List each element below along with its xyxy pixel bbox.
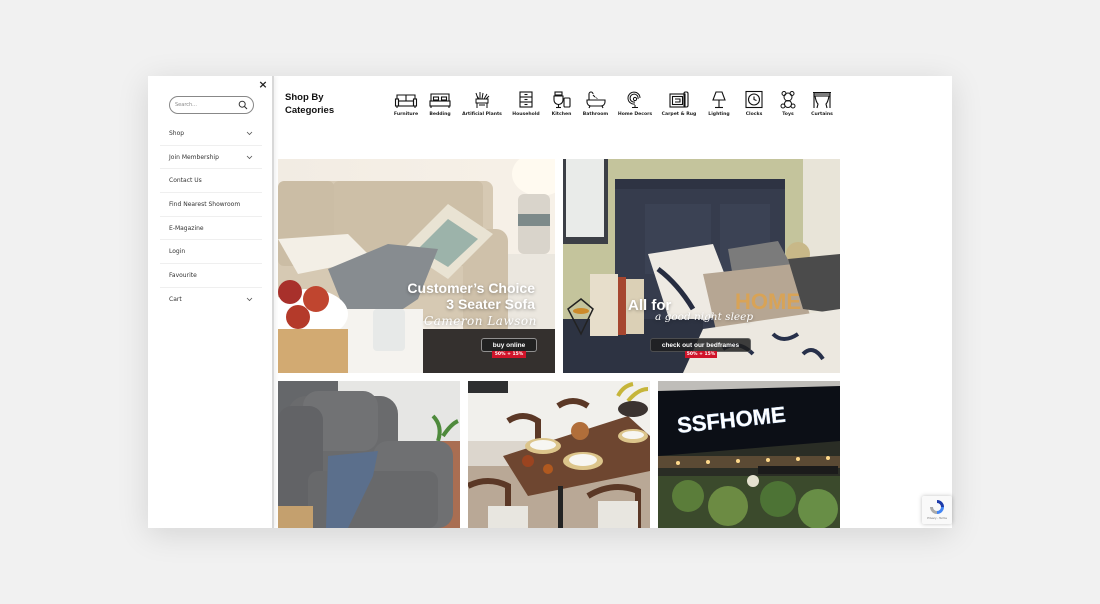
- category-label: Clocks: [745, 112, 763, 117]
- menu-item-label: Find Nearest Showroom: [169, 200, 241, 208]
- menu-item-e-magazine[interactable]: E-Magazine: [160, 217, 262, 241]
- plant-icon: [475, 92, 490, 108]
- buy-online-button[interactable]: buy online: [481, 338, 537, 352]
- menu-item-find-nearest-showroom[interactable]: Find Nearest Showroom: [160, 193, 262, 217]
- bed-script-text: a good night sleep: [655, 311, 754, 323]
- menu-item-label: Favourite: [169, 271, 197, 279]
- category-label: Toys: [782, 112, 794, 117]
- search-icon[interactable]: [238, 100, 248, 110]
- category-household[interactable]: Household: [507, 90, 545, 117]
- main-content: Shop By Categories Furniture Bedding Art…: [276, 76, 952, 528]
- dining-set-image: [468, 381, 650, 528]
- menu-item-cart[interactable]: Cart: [160, 288, 262, 312]
- category-carpet-rug[interactable]: Carpet & Rug: [657, 90, 701, 117]
- discount-badge: 50% + 15%: [685, 351, 717, 358]
- rug-icon: [669, 91, 689, 108]
- drawers-icon: [519, 91, 533, 108]
- category-label: Bedding: [429, 112, 451, 117]
- close-icon: ×: [258, 78, 268, 91]
- recaptcha-logo-icon: [930, 500, 944, 514]
- menu-item-contact-us[interactable]: Contact Us: [160, 169, 262, 194]
- menu-item-label: Shop: [169, 129, 185, 137]
- recliner-product-tile[interactable]: [278, 381, 460, 528]
- check-bedframes-button[interactable]: check out our bedframes: [650, 338, 751, 352]
- category-label: Furniture: [393, 112, 419, 117]
- heading-line: Shop By: [285, 92, 324, 103]
- menu-item-login[interactable]: Login: [160, 240, 262, 265]
- chevron-down-icon[interactable]: [246, 131, 253, 136]
- sofa-headline: Customer’s Choice 3 Seater Sofa: [407, 280, 535, 312]
- shell-decor-icon: [627, 91, 641, 108]
- chevron-down-icon[interactable]: [246, 297, 253, 302]
- chevron-down-icon[interactable]: [246, 155, 253, 160]
- side-menu: × Shop Join Membership Contact Us Find N…: [148, 76, 274, 528]
- side-menu-list: Shop Join Membership Contact Us Find Nea…: [160, 122, 262, 312]
- lamp-icon: [712, 91, 726, 109]
- bed-icon: [429, 93, 451, 108]
- category-home-decors[interactable]: Home Decors: [613, 90, 657, 117]
- sofa-script-text: Cameron Lawson: [424, 314, 537, 328]
- category-label: Artificial Plants: [462, 112, 502, 117]
- category-artificial-plants[interactable]: Artificial Plants: [457, 90, 507, 117]
- category-clocks[interactable]: Clocks: [737, 90, 771, 117]
- recaptcha-privacy-terms[interactable]: Privacy - Terms: [922, 517, 952, 520]
- category-toys[interactable]: Toys: [771, 90, 805, 117]
- category-label: Home Decors: [617, 112, 653, 117]
- curtains-icon: [813, 91, 831, 109]
- menu-item-label: Cart: [169, 296, 182, 304]
- category-label: Bathroom: [582, 112, 609, 117]
- search-input[interactable]: [175, 102, 237, 108]
- bathtub-icon: [585, 91, 606, 109]
- category-label: Household: [512, 112, 540, 117]
- sofa-promo-banner[interactable]: Customer’s Choice 3 Seater Sofa Cameron …: [278, 159, 555, 373]
- menu-item-label: Join Membership: [169, 153, 219, 161]
- menu-item-shop[interactable]: Shop: [160, 122, 262, 146]
- category-label: Lighting: [708, 112, 730, 117]
- category-bathroom[interactable]: Bathroom: [578, 90, 613, 117]
- menu-item-favourite[interactable]: Favourite: [160, 264, 262, 288]
- menu-item-label: Contact Us: [169, 177, 202, 185]
- menu-item-join-membership[interactable]: Join Membership: [160, 146, 262, 170]
- teddy-bear-icon: [780, 91, 796, 109]
- close-menu-button[interactable]: ×: [257, 79, 269, 91]
- category-kitchen[interactable]: Kitchen: [545, 90, 578, 117]
- menu-item-label: E-Magazine: [169, 224, 204, 232]
- heading-line: Categories: [285, 105, 335, 116]
- search-box: [169, 96, 254, 114]
- showroom-image: SSFHOME: [658, 381, 840, 528]
- category-lighting[interactable]: Lighting: [701, 90, 737, 117]
- recliner-image: [278, 381, 460, 528]
- clock-icon: [745, 90, 763, 109]
- category-label: Curtains: [811, 112, 833, 117]
- shop-by-categories-heading: Shop By Categories: [285, 91, 334, 117]
- category-furniture[interactable]: Furniture: [389, 90, 423, 117]
- headline-line: Customer’s Choice: [407, 280, 535, 296]
- category-label: Kitchen: [551, 112, 572, 117]
- category-bedding[interactable]: Bedding: [423, 90, 457, 117]
- sofa-icon: [394, 94, 418, 108]
- kitchen-icon: [552, 91, 571, 109]
- headline-line: 3 Seater Sofa: [446, 296, 535, 312]
- showroom-tile[interactable]: SSFHOME: [658, 381, 840, 528]
- dining-set-product-tile[interactable]: [468, 381, 650, 528]
- category-bar: Furniture Bedding Artificial Plants Hous…: [389, 90, 839, 117]
- category-curtains[interactable]: Curtains: [805, 90, 839, 117]
- recaptcha-badge[interactable]: Privacy - Terms: [922, 496, 952, 524]
- browser-window: × Shop Join Membership Contact Us Find N…: [148, 76, 952, 528]
- discount-badge: 50% + 15%: [492, 351, 526, 358]
- menu-item-label: Login: [169, 248, 186, 256]
- category-label: Carpet & Rug: [661, 112, 697, 117]
- bed-promo-banner[interactable]: HOME All for a good night sleep check ou…: [563, 159, 840, 373]
